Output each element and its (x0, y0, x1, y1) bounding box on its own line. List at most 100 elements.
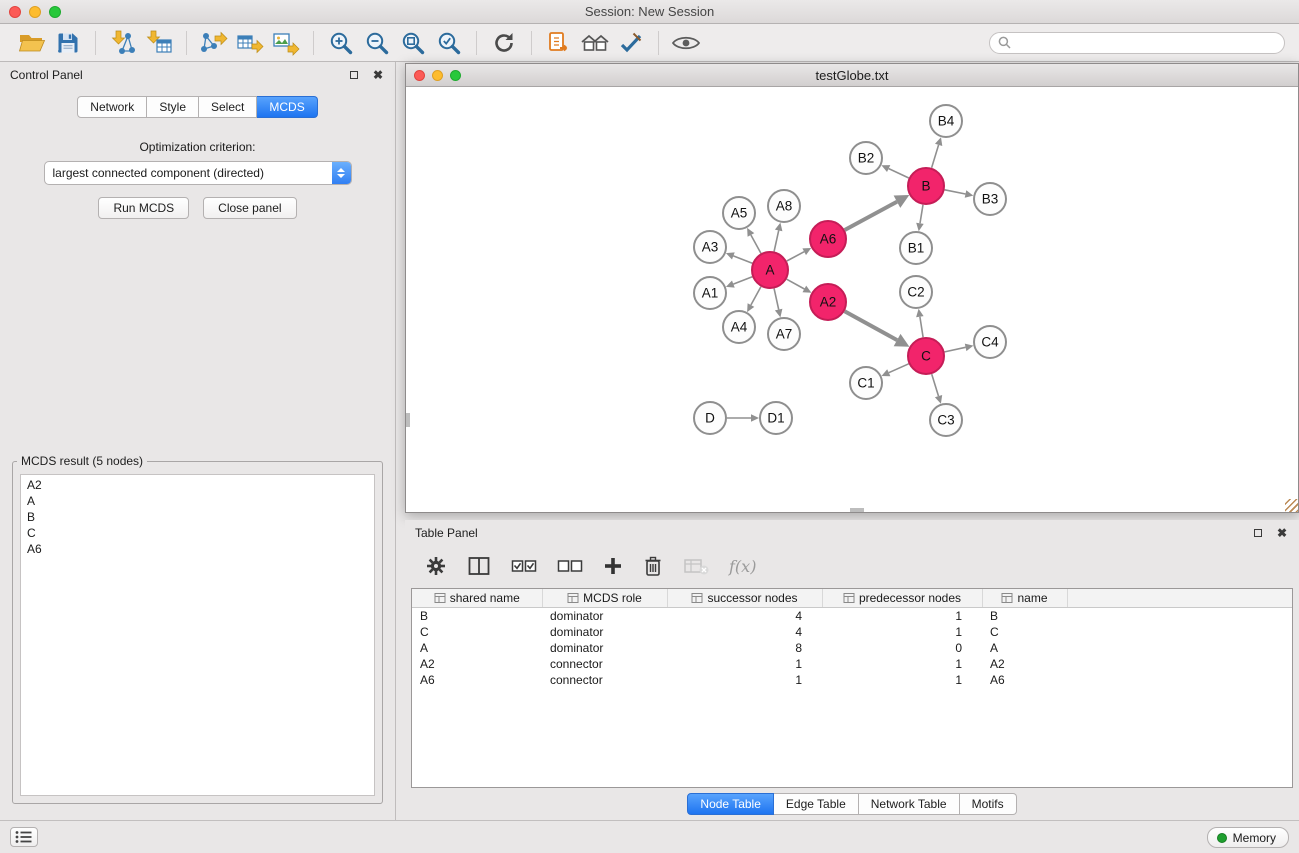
table-cell[interactable]: A (982, 640, 1067, 656)
create-column-button[interactable] (603, 556, 623, 576)
graph-node-A[interactable]: A (752, 252, 788, 288)
table-cell[interactable]: 4 (667, 608, 822, 625)
table-cell[interactable]: C (412, 624, 542, 640)
show-columns-button[interactable] (467, 555, 491, 577)
zoom-fit-button[interactable] (395, 27, 431, 59)
graph-node-A6[interactable]: A6 (810, 221, 846, 257)
mcds-result-item[interactable]: C (21, 525, 374, 541)
tab-node-table[interactable]: Node Table (687, 793, 774, 815)
tab-motifs[interactable]: Motifs (960, 793, 1017, 815)
graph-node-C2[interactable]: C2 (900, 276, 932, 308)
table-cell[interactable]: 1 (822, 624, 982, 640)
table-cell[interactable]: A2 (982, 656, 1067, 672)
graph-node-A5[interactable]: A5 (723, 197, 755, 229)
horizontal-scrollbar-thumb[interactable] (850, 508, 864, 512)
table-cell[interactable]: 0 (822, 640, 982, 656)
minimize-window-button[interactable] (29, 6, 41, 18)
select-all-columns-button[interactable] (511, 556, 537, 576)
export-document-button[interactable] (541, 27, 577, 59)
graph-node-B2[interactable]: B2 (850, 142, 882, 174)
graph-edge-A-A3[interactable] (726, 252, 752, 263)
table-cell[interactable]: connector (542, 672, 667, 688)
graph-node-B[interactable]: B (908, 168, 944, 204)
graph-edge-C-C3[interactable] (932, 374, 943, 404)
table-cell[interactable]: dominator (542, 624, 667, 640)
zoom-network-window-button[interactable] (450, 70, 461, 81)
open-file-button[interactable] (14, 27, 50, 59)
mcds-result-item[interactable]: A6 (21, 541, 374, 557)
function-builder-button[interactable]: f(x) (729, 557, 756, 576)
memory-button[interactable]: Memory (1207, 827, 1289, 848)
zoom-window-button[interactable] (49, 6, 61, 18)
show-graphics-details-button[interactable] (668, 27, 704, 59)
table-row[interactable]: Cdominator41C (412, 624, 1292, 640)
table-cell[interactable]: B (982, 608, 1067, 625)
export-image-button[interactable] (268, 27, 304, 59)
graph-edge-C-C4[interactable] (945, 344, 974, 352)
show-panels-button[interactable] (10, 827, 38, 847)
graph-edge-A-A2[interactable] (787, 279, 812, 293)
table-cell[interactable]: 1 (822, 608, 982, 625)
table-cell[interactable]: A6 (982, 672, 1067, 688)
column-header[interactable]: MCDS role (542, 589, 667, 608)
zoom-out-button[interactable] (359, 27, 395, 59)
import-network-button[interactable] (105, 27, 141, 59)
graph-node-C[interactable]: C (908, 338, 944, 374)
table-settings-button[interactable] (425, 555, 447, 577)
tab-edge-table[interactable]: Edge Table (774, 793, 859, 815)
graph-edge-A-A8[interactable] (774, 223, 782, 252)
criterion-dropdown[interactable]: largest connected component (directed) (44, 161, 352, 185)
mcds-result-item[interactable]: B (21, 509, 374, 525)
tab-mcds[interactable]: MCDS (257, 96, 317, 118)
graph-node-D1[interactable]: D1 (760, 402, 792, 434)
close-table-panel-icon[interactable]: ✖ (1275, 526, 1289, 540)
table-cell[interactable]: connector (542, 656, 667, 672)
graph-edge-A-A1[interactable] (726, 277, 752, 288)
save-session-button[interactable] (50, 27, 86, 59)
graph-edge-B-B4[interactable] (932, 137, 943, 168)
apply-layout-button[interactable] (486, 27, 522, 59)
table-cell[interactable]: 1 (667, 656, 822, 672)
graph-edge-A6-B[interactable] (845, 195, 910, 230)
graph-node-A3[interactable]: A3 (694, 231, 726, 263)
table-cell[interactable]: A6 (412, 672, 542, 688)
column-header[interactable]: predecessor nodes (822, 589, 982, 608)
graph-node-A8[interactable]: A8 (768, 190, 800, 222)
tab-network-table[interactable]: Network Table (859, 793, 960, 815)
mcds-result-item[interactable]: A (21, 493, 374, 509)
table-cell[interactable]: A2 (412, 656, 542, 672)
close-network-window-button[interactable] (414, 70, 425, 81)
delete-table-button[interactable] (683, 556, 709, 576)
table-cell[interactable]: 1 (822, 656, 982, 672)
column-header[interactable]: successor nodes (667, 589, 822, 608)
graph-node-B3[interactable]: B3 (974, 183, 1006, 215)
table-row[interactable]: Bdominator41B (412, 608, 1292, 625)
table-row[interactable]: A2connector11A2 (412, 656, 1292, 672)
table-cell[interactable]: C (982, 624, 1067, 640)
graph-edge-B-B1[interactable] (916, 205, 924, 231)
graph-edge-A-A7[interactable] (774, 289, 782, 318)
graph-edge-D-D1[interactable] (727, 414, 759, 422)
graph-node-C4[interactable]: C4 (974, 326, 1006, 358)
zoom-selected-button[interactable] (431, 27, 467, 59)
close-window-button[interactable] (9, 6, 21, 18)
float-panel-icon[interactable] (347, 68, 361, 82)
table-cell[interactable]: 8 (667, 640, 822, 656)
graph-node-C1[interactable]: C1 (850, 367, 882, 399)
graph-node-B1[interactable]: B1 (900, 232, 932, 264)
resize-grip[interactable] (1285, 499, 1298, 512)
tab-select[interactable]: Select (199, 96, 257, 118)
table-cell[interactable]: 1 (667, 672, 822, 688)
graph-node-C3[interactable]: C3 (930, 404, 962, 436)
table-row[interactable]: A6connector11A6 (412, 672, 1292, 688)
graph-edge-C-C2[interactable] (916, 309, 924, 337)
close-panel-button[interactable]: Close panel (203, 197, 296, 219)
annotations-button[interactable] (613, 27, 649, 59)
graph-edge-A-A4[interactable] (747, 287, 761, 312)
graph-node-A7[interactable]: A7 (768, 318, 800, 350)
close-panel-icon[interactable]: ✖ (371, 68, 385, 82)
import-table-button[interactable] (141, 27, 177, 59)
graph-node-A4[interactable]: A4 (723, 311, 755, 343)
export-network-button[interactable] (196, 27, 232, 59)
table-cell[interactable]: A (412, 640, 542, 656)
